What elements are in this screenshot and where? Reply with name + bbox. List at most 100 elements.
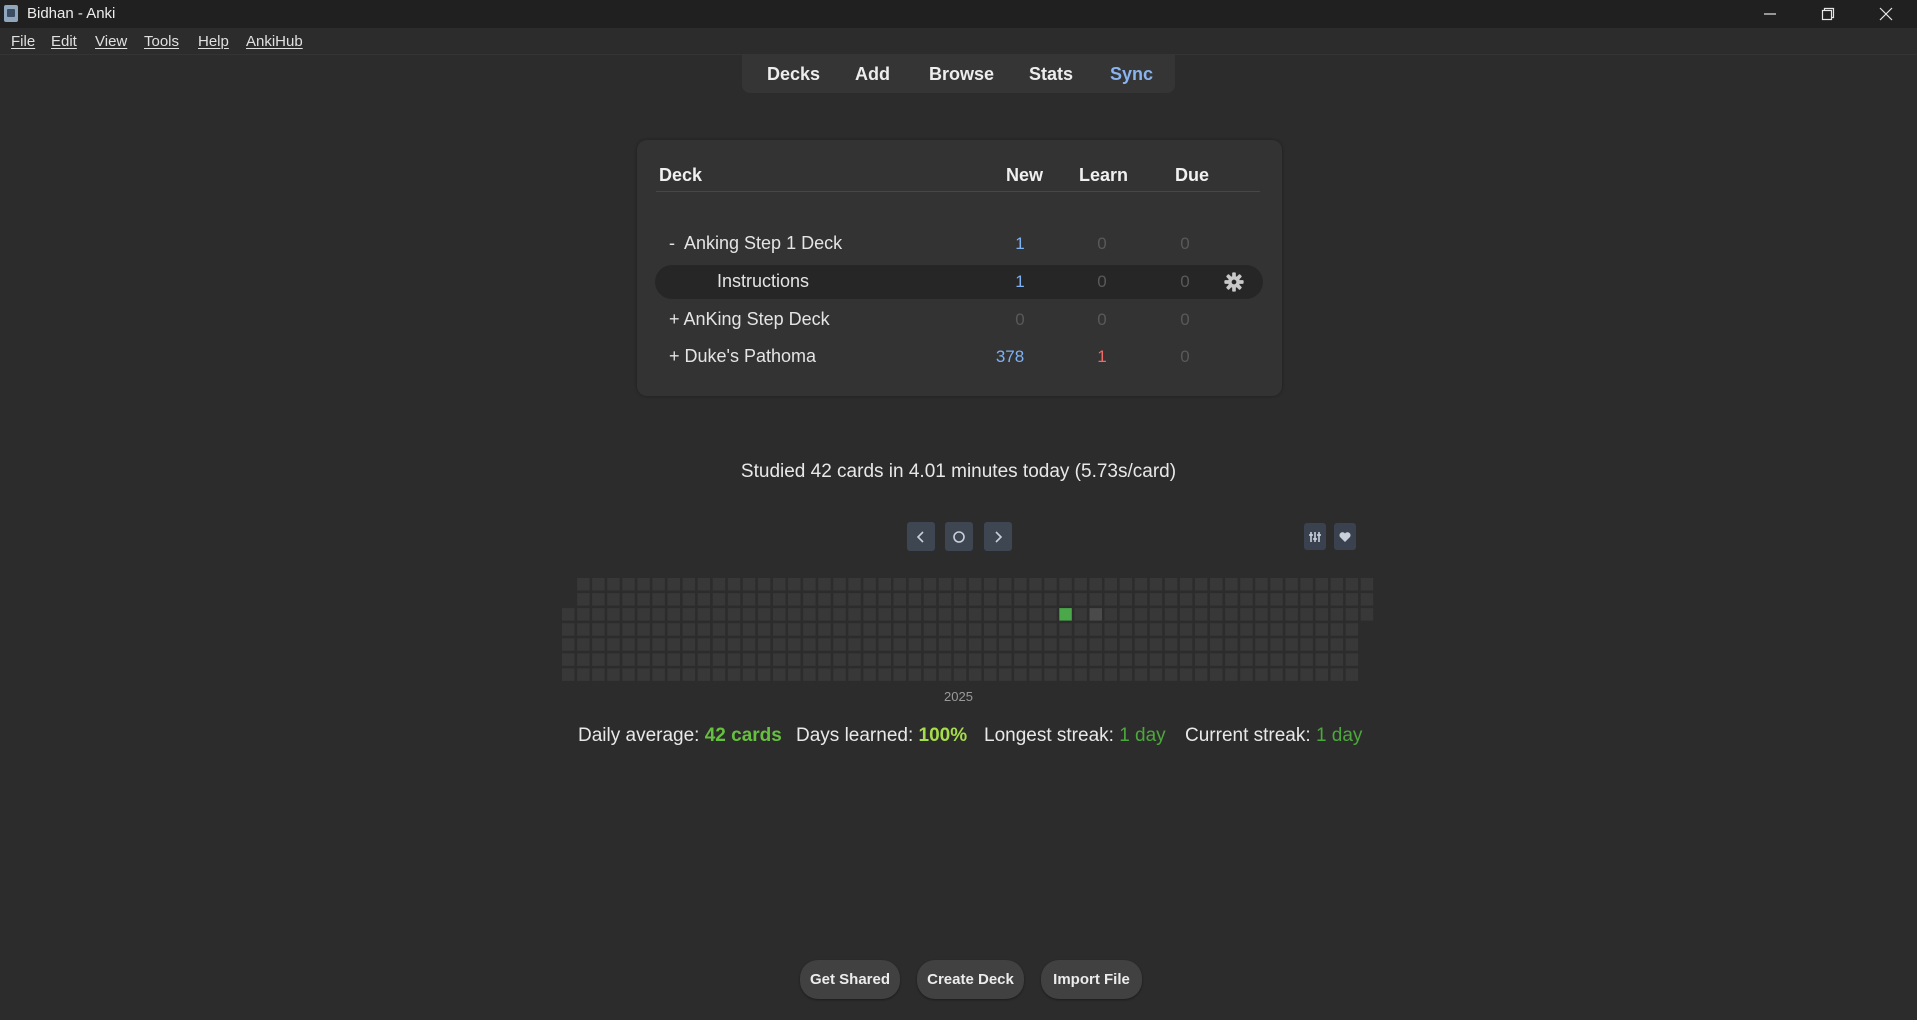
heatmap-day-cell[interactable] [938,578,952,591]
heatmap-day-cell[interactable] [773,623,786,636]
heatmap-day-cell[interactable] [923,578,937,591]
heatmap-day-cell[interactable] [1285,608,1298,621]
heatmap-day-cell[interactable] [1270,668,1283,681]
heatmap-day-cell[interactable] [1029,653,1042,666]
heatmap-day-cell[interactable] [923,608,937,621]
heatmap-day-cell[interactable] [697,608,711,621]
heatmap-day-cell[interactable] [984,638,997,651]
heatmap-day-cell[interactable] [863,653,876,666]
heatmap-day-cell[interactable] [1104,668,1118,681]
heatmap-day-cell[interactable] [622,653,635,666]
heatmap-day-cell[interactable] [1360,608,1374,621]
heatmap-day-cell[interactable] [1074,653,1087,666]
heatmap-day-cell[interactable] [968,653,982,666]
heatmap-day-cell[interactable] [788,623,801,636]
heatmap-day-cell[interactable] [1300,608,1313,621]
heatmap-day-cell[interactable] [1210,668,1223,681]
heatmap-day-cell[interactable] [682,578,696,591]
heatmap-day-cell[interactable] [803,578,816,591]
heatmap-day-cell[interactable] [908,668,922,681]
heatmap-day-cell[interactable] [968,593,982,606]
heatmap-day-cell[interactable] [984,578,997,591]
heatmap-day-cell[interactable] [1225,593,1238,606]
heatmap-day-cell[interactable] [1285,638,1298,651]
heatmap-day-cell[interactable] [923,668,937,681]
heatmap-day-cell[interactable] [1300,623,1313,636]
heatmap-day-cell[interactable] [833,578,846,591]
heatmap-day-cell[interactable] [953,668,967,681]
heatmap-day-cell[interactable] [878,668,892,681]
heatmap-day-cell[interactable] [742,578,756,591]
heatmap-day-cell[interactable] [1179,578,1193,591]
heatmap-day-cell[interactable] [562,668,575,681]
heatmap-day-cell[interactable] [1059,638,1072,651]
heatmap-day-cell[interactable] [1345,653,1359,666]
heatmap-day-cell[interactable] [577,623,590,636]
create-deck-button[interactable]: Create Deck [917,960,1024,999]
heatmap-day-cell[interactable] [622,623,635,636]
heatmap-day-cell[interactable] [742,608,756,621]
heatmap-day-cell[interactable] [742,638,756,651]
heatmap-day-cell[interactable] [652,593,665,606]
heatmap-day-cell[interactable] [1164,593,1178,606]
heatmap-day-cell[interactable] [577,638,590,651]
heatmap-day-cell[interactable] [562,653,575,666]
heatmap-day-cell[interactable] [773,578,786,591]
heatmap-day-cell[interactable] [652,653,665,666]
heatmap-day-cell[interactable] [999,653,1012,666]
heatmap-day-cell[interactable] [968,578,982,591]
heatmap-day-cell[interactable] [893,668,907,681]
heatmap-day-cell[interactable] [637,593,650,606]
heatmap-day-cell[interactable] [1210,623,1223,636]
heatmap-day-cell[interactable] [833,608,846,621]
heatmap-day-cell[interactable] [803,623,816,636]
heatmap-day-cell[interactable] [833,638,846,651]
heatmap-day-cell[interactable] [1270,638,1283,651]
heatmap-day-cell[interactable] [1119,593,1133,606]
heatmap-day-cell[interactable] [1194,608,1208,621]
heatmap-day-cell[interactable] [622,608,635,621]
heatmap-day-cell[interactable] [1315,623,1329,636]
heatmap-day-cell[interactable] [562,638,575,651]
heatmap-day-cell[interactable] [607,578,620,591]
heatmap-day-cell[interactable] [1164,638,1178,651]
heatmap-day-cell[interactable] [1134,578,1148,591]
heatmap-day-cell[interactable] [1315,578,1329,591]
heatmap-day-cell[interactable] [968,623,982,636]
heatmap-day-cell[interactable] [1270,608,1283,621]
heatmap-day-cell[interactable] [727,653,741,666]
heatmap-day-cell[interactable] [1330,668,1344,681]
heatmap-day-cell[interactable] [893,638,907,651]
heatmap-day-cell[interactable] [818,593,831,606]
heatmap-day-cell[interactable] [697,593,711,606]
heatmap-day-cell[interactable] [1104,593,1118,606]
heatmap-day-cell[interactable] [999,578,1012,591]
heatmap-day-cell[interactable] [1149,638,1163,651]
heatmap-day-cell[interactable] [788,578,801,591]
heatmap-day-cell[interactable] [592,578,605,591]
heatmap-day-cell[interactable] [1315,608,1329,621]
heatmap-day-cell[interactable] [1240,608,1253,621]
heatmap-day-cell[interactable] [893,653,907,666]
heatmap-day-cell[interactable] [682,593,696,606]
heatmap-day-cell[interactable] [742,653,756,666]
heatmap-day-cell[interactable] [1134,623,1148,636]
heatmap-day-cell[interactable] [1240,623,1253,636]
heatmap-day-cell[interactable] [712,608,726,621]
heatmap-day-cell[interactable] [757,653,771,666]
heatmap-day-cell[interactable] [863,578,876,591]
heatmap-day-cell[interactable] [607,668,620,681]
heatmap-day-cell[interactable] [968,638,982,651]
heatmap-day-cell[interactable] [727,593,741,606]
heatmap-day-cell[interactable] [1149,608,1163,621]
heatmap-day-cell[interactable] [562,608,575,621]
heatmap-day-cell[interactable] [742,668,756,681]
heatmap-day-cell[interactable] [1225,668,1238,681]
heatmap-day-cell[interactable] [1134,593,1148,606]
heatmap-day-cell[interactable] [1029,608,1042,621]
heatmap-day-cell[interactable] [667,608,681,621]
heatmap-day-cell[interactable] [637,578,650,591]
heatmap-day-cell[interactable] [878,623,892,636]
heatmap-day-cell[interactable] [1300,638,1313,651]
heatmap-day-cell[interactable] [1119,623,1133,636]
